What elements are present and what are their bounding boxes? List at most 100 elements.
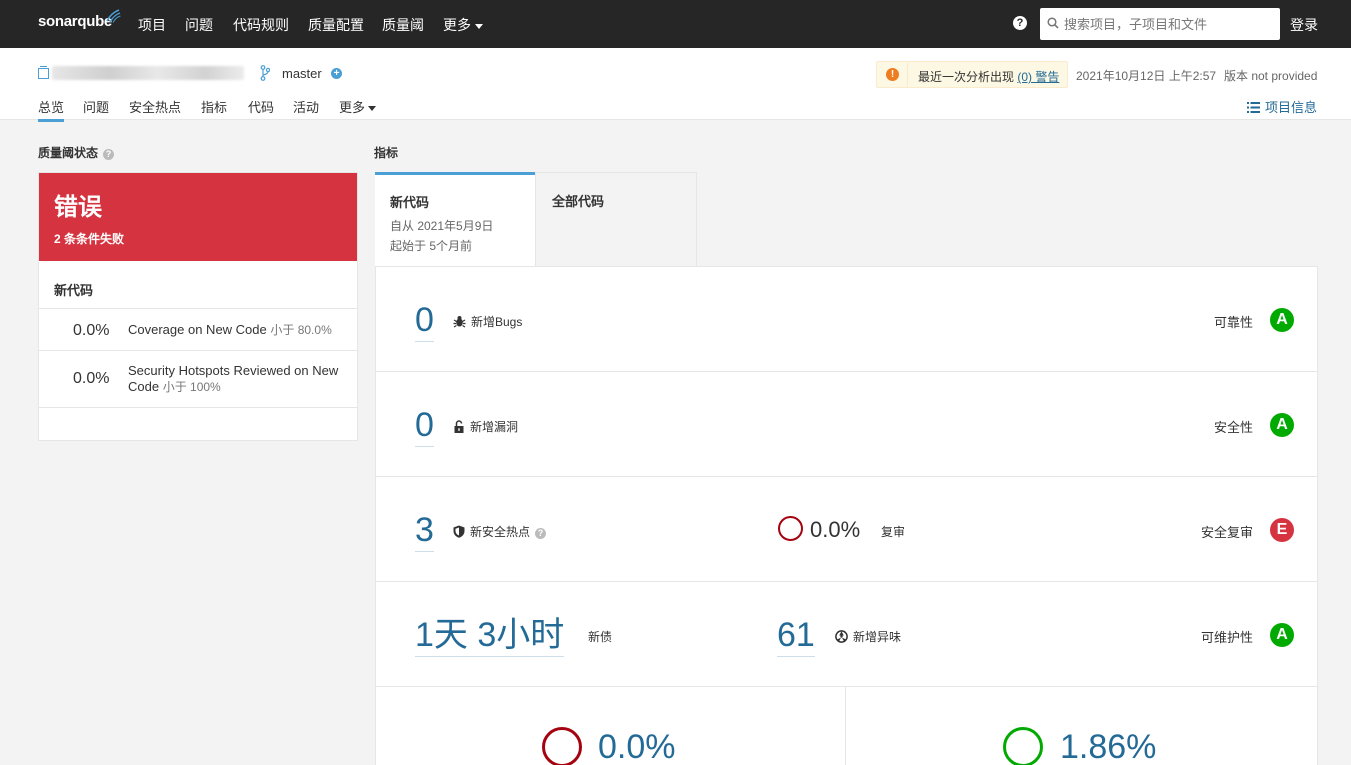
help-icon[interactable]: ? — [1013, 16, 1027, 30]
new-vulnerabilities-value[interactable]: 0 — [415, 408, 434, 447]
vulnerabilities-row: 0 新增漏洞 安全性 A — [376, 372, 1317, 477]
hotspots-reviewed-value[interactable]: 0.0% — [810, 517, 860, 543]
project-header: master + ! 最近一次分析出现 (0) 警告 2021年10月12日 上… — [0, 48, 1351, 122]
condition-label: Coverage on New Code 小于 80.0% — [128, 322, 332, 337]
failed-conditions-count: 2 条条件失败 — [54, 232, 125, 246]
coverage-donut — [542, 727, 582, 765]
top-navbar: sonarqube 项目 问题 代码规则 质量配置 质量阈 更多 ? 登录 — [0, 0, 1351, 48]
tab-activity[interactable]: 活动 — [293, 97, 319, 116]
condition-row[interactable]: 0.0% Coverage on New Code 小于 80.0% — [39, 310, 357, 351]
branch-name[interactable]: master — [282, 66, 322, 81]
condition-row[interactable]: 0.0% Security Hotspots Reviewed on New C… — [39, 351, 357, 408]
tab-code[interactable]: 代码 — [248, 97, 274, 116]
maintainability-rating[interactable]: A — [1270, 623, 1294, 647]
chevron-down-icon — [368, 106, 377, 112]
warning-text: 最近一次分析出现 (0) 警告 — [918, 70, 1060, 84]
lock-icon — [454, 420, 464, 433]
condition-threshold: 小于 80.0% — [270, 323, 332, 337]
new-code-smells-label: 新增异味 — [835, 628, 901, 645]
quality-gate-title: 质量阈状态? — [38, 144, 115, 161]
code-smell-icon — [835, 630, 848, 643]
nav-quality-profiles[interactable]: 质量配置 — [308, 15, 364, 35]
tab-security-hotspots[interactable]: 安全热点 — [129, 97, 181, 116]
list-icon — [1247, 102, 1260, 113]
condition-value: 0.0% — [73, 322, 110, 339]
quality-gate-status-banner: 错误 2 条条件失败 — [39, 173, 357, 261]
conditions-section-header: 新代码 — [39, 261, 357, 309]
bug-icon — [453, 316, 466, 328]
tab-new-code[interactable]: 新代码 自从 2021年5月9日 起始于 5个月前 — [375, 172, 536, 267]
measures-title: 指标 — [374, 146, 399, 160]
duplications-donut — [1003, 727, 1043, 765]
nav-quality-gates[interactable]: 质量阈 — [382, 15, 424, 35]
warning-icon: ! — [886, 68, 899, 81]
tab-issues[interactable]: 问题 — [83, 97, 109, 116]
help-icon[interactable]: ? — [103, 149, 115, 160]
shield-icon — [453, 525, 465, 538]
new-debt-value[interactable]: 1天 3小时 — [415, 618, 565, 657]
duplications-value[interactable]: 1.86% — [1060, 728, 1156, 765]
new-code-smells-value[interactable]: 61 — [777, 618, 815, 657]
search-field[interactable] — [1040, 8, 1280, 40]
security-label: 安全性 — [1214, 420, 1254, 435]
branch-icon — [260, 65, 270, 81]
tab-new-code-label: 新代码 — [390, 195, 430, 210]
maintainability-row: 1天 3小时 新债 61 新增异味 可维护性 A — [376, 582, 1317, 687]
maintainability-label: 可维护性 — [1201, 630, 1254, 645]
reliability-rating[interactable]: A — [1270, 308, 1294, 332]
project-info-label: 项目信息 — [1265, 100, 1318, 115]
tab-overview[interactable]: 总览 — [38, 97, 65, 122]
new-hotspots-value[interactable]: 3 — [415, 513, 434, 552]
condition-value: 0.0% — [73, 370, 110, 387]
new-bugs-value[interactable]: 0 — [415, 303, 434, 342]
quality-gate-status: 错误 — [54, 194, 102, 221]
bugs-row: 0 新增Bugs 可靠性 A — [376, 267, 1317, 372]
project-info-link[interactable]: 项目信息 — [1247, 97, 1317, 116]
measures-panel: 0 新增Bugs 可靠性 A 0 新增漏洞 安全性 A 3 新安全热点? 0.0… — [375, 266, 1318, 765]
logo-text: sonarqube — [38, 13, 112, 30]
hotspots-reviewed-label: 复审 — [881, 525, 906, 539]
coverage-cell: 0.0% — [376, 687, 846, 765]
project-name-redacted[interactable] — [52, 66, 244, 80]
new-code-since: 自从 2021年5月9日 — [390, 219, 494, 233]
security-review-label: 安全复审 — [1201, 525, 1254, 540]
tab-overall-code-label: 全部代码 — [552, 194, 605, 209]
nav-more[interactable]: 更多 — [443, 15, 483, 35]
duplications-cell: 1.86% — [847, 687, 1317, 765]
analysis-warning-banner: ! 最近一次分析出现 (0) 警告 — [876, 61, 1068, 88]
nav-issues[interactable]: 问题 — [185, 15, 213, 35]
hotspots-row: 3 新安全热点? 0.0% 复审 安全复审 E — [376, 477, 1317, 582]
search-icon — [1047, 17, 1059, 29]
security-review-rating[interactable]: E — [1270, 518, 1294, 542]
tab-overall-code[interactable]: 全部代码 — [535, 172, 697, 266]
analysis-date: 2021年10月12日 上午2:57 — [1076, 69, 1217, 83]
plus-icon[interactable]: + — [331, 68, 342, 79]
project-version: 版本 not provided — [1224, 69, 1318, 83]
reliability-label: 可靠性 — [1214, 315, 1254, 330]
sonarqube-logo[interactable]: sonarqube — [38, 9, 121, 30]
warnings-link[interactable]: (0) 警告 — [1017, 70, 1059, 84]
new-bugs-label: 新增Bugs — [453, 313, 522, 330]
chevron-down-icon — [475, 23, 483, 29]
search-input[interactable] — [1064, 8, 1274, 40]
nav-rules[interactable]: 代码规则 — [233, 15, 289, 35]
login-link[interactable]: 登录 — [1290, 15, 1318, 35]
help-icon[interactable]: ? — [535, 528, 547, 539]
tab-measures[interactable]: 指标 — [201, 97, 227, 116]
tab-more[interactable]: 更多 — [339, 97, 377, 116]
condition-label: Security Hotspots Reviewed on New Code 小… — [128, 363, 339, 394]
condition-threshold: 小于 100% — [162, 380, 221, 394]
quality-gate-card: 错误 2 条条件失败 新代码 0.0% Coverage on New Code… — [38, 172, 358, 441]
tab-more-label: 更多 — [339, 100, 366, 115]
project-icon — [38, 66, 49, 79]
logo-wave-icon — [106, 9, 121, 23]
coverage-value[interactable]: 0.0% — [598, 728, 676, 765]
new-vulnerabilities-label: 新增漏洞 — [453, 418, 518, 435]
nav-more-label: 更多 — [443, 17, 471, 33]
new-code-started: 起始于 5个月前 — [390, 239, 473, 253]
hotspots-reviewed-donut — [778, 516, 803, 541]
new-hotspots-label: 新安全热点? — [453, 523, 547, 540]
security-rating[interactable]: A — [1270, 413, 1294, 437]
nav-projects[interactable]: 项目 — [138, 15, 166, 35]
new-debt-label: 新债 — [588, 630, 613, 644]
